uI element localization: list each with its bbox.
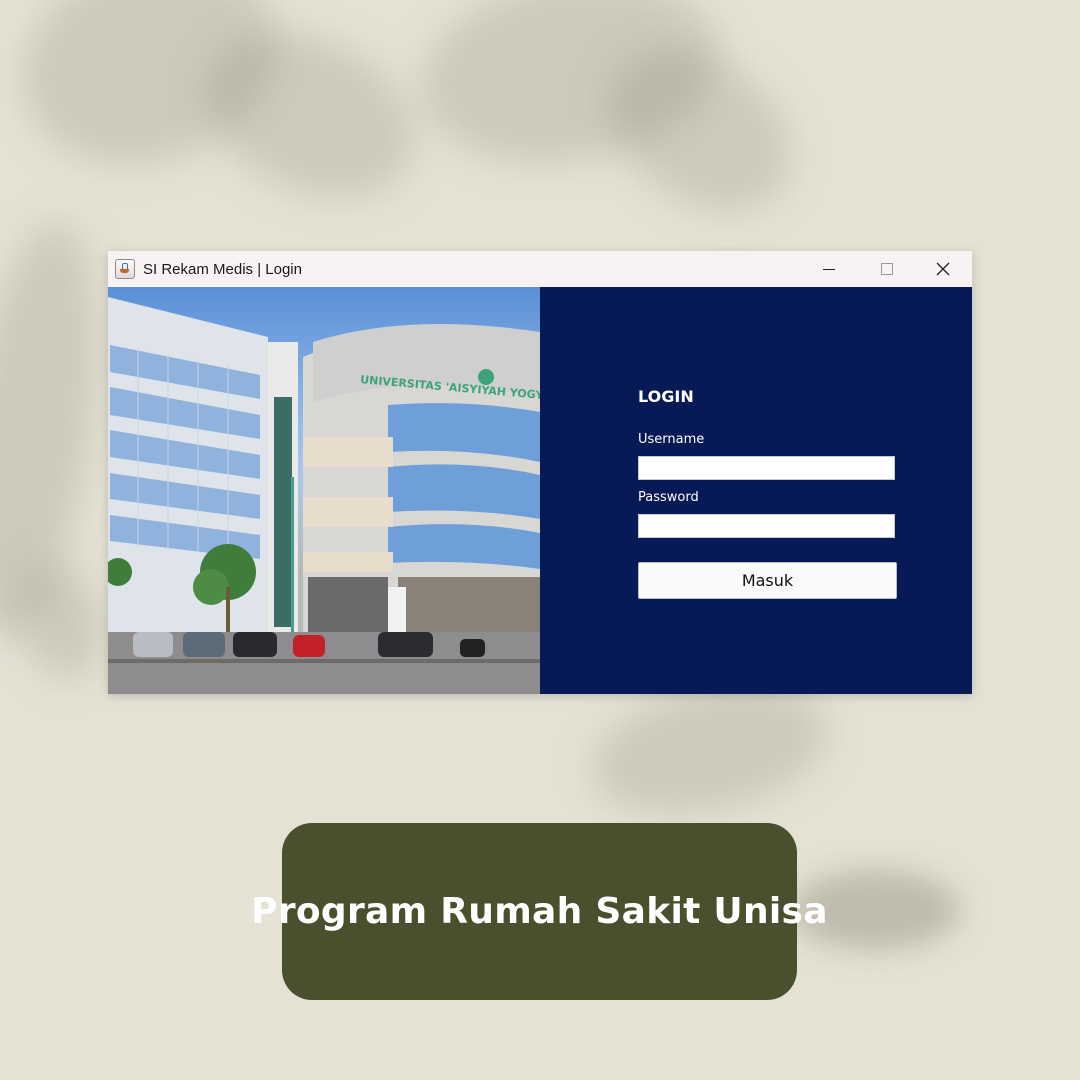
window-title: SI Rekam Medis | Login — [143, 260, 302, 278]
java-coffee-cup-icon — [115, 259, 135, 279]
login-window: SI Rekam Medis | Login UNIVERSITAS 'AISY… — [108, 251, 972, 694]
username-input[interactable] — [638, 456, 895, 480]
minimize-icon — [823, 268, 835, 270]
maximize-icon — [881, 263, 893, 275]
username-label: Username — [638, 432, 705, 447]
title-bar[interactable]: SI Rekam Medis | Login — [108, 251, 972, 287]
masuk-button[interactable]: Masuk — [638, 562, 897, 599]
login-panel: LOGIN Username Password Masuk — [540, 287, 972, 694]
university-logo-icon — [478, 369, 494, 385]
minimize-button[interactable] — [800, 251, 858, 287]
close-icon — [936, 262, 950, 276]
campus-building-illustration: UNIVERSITAS 'AISYIYAH YOGYA — [108, 297, 540, 694]
password-label: Password — [638, 490, 699, 505]
maximize-button[interactable] — [858, 251, 916, 287]
caption-box: Program Rumah Sakit Unisa — [251, 823, 828, 1000]
campus-building-photo: UNIVERSITAS 'AISYIYAH YOGYA — [108, 287, 540, 694]
close-button[interactable] — [914, 251, 972, 287]
password-input[interactable] — [638, 514, 895, 538]
caption-text: Program Rumah Sakit Unisa — [251, 891, 828, 932]
login-heading: LOGIN — [638, 387, 694, 406]
